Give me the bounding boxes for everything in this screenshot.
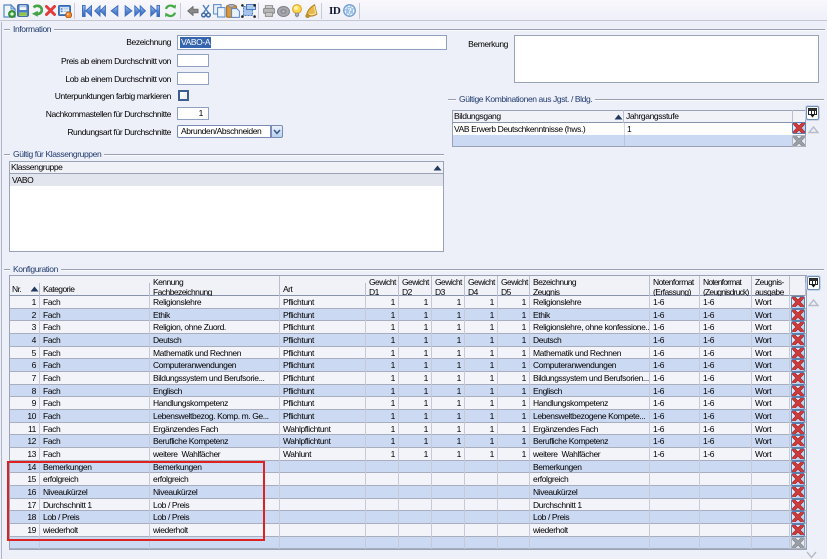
svg-text:?: ? bbox=[348, 6, 352, 16]
